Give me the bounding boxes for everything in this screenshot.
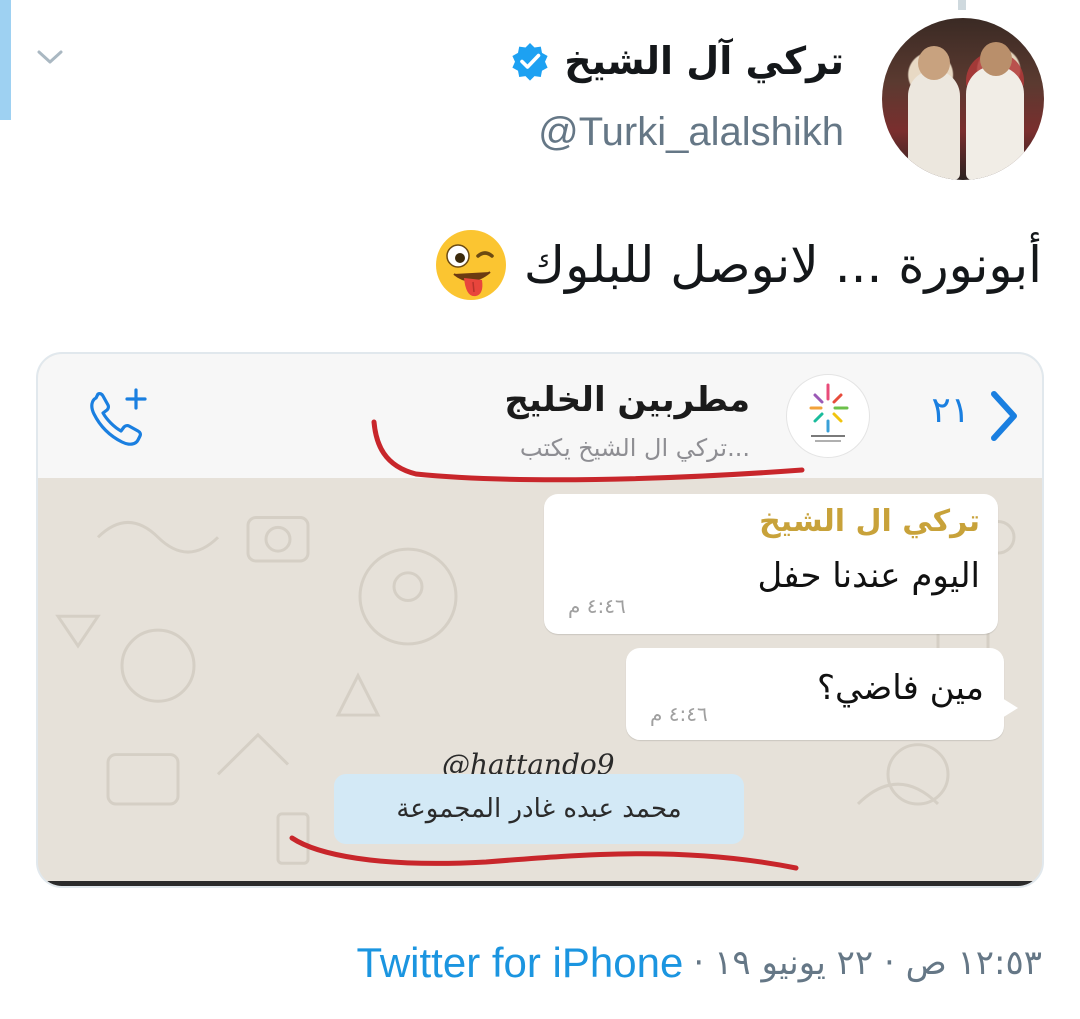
attached-image-card[interactable]: ٢١ مطربين الخليج تركي ال الشيخ يكتب... ت… [36,352,1044,888]
verified-badge-icon [512,43,548,81]
user-handle[interactable]: @Turki_alalshikh [538,110,844,155]
winking-face-with-tongue-icon [435,230,506,300]
conversation-thread-line [0,0,11,120]
tweet-timestamp[interactable]: ١٢:٥٣ ص · ٢٢ يونيو ١٩ [714,943,1042,983]
annotation-underline-bottom [289,835,799,871]
chat-area: تركي ال الشيخ اليوم عندنا حفل ٤:٤٦ م مين… [38,478,1042,881]
message-bubble-1[interactable]: تركي ال الشيخ اليوم عندنا حفل ٤:٤٦ م [544,494,998,634]
back-chevron-icon[interactable] [984,388,1024,444]
chevron-down-icon[interactable] [36,48,64,66]
unread-count[interactable]: ٢١ [931,390,970,431]
tweet-text: أبونورة ... لانوصل للبلوك [434,220,1042,310]
image-bottom-border [38,881,1042,886]
bubble-tail [1002,698,1018,718]
message-text: اليوم عندنا حفل [757,556,980,596]
metadata-separator: · [693,943,705,983]
message-text: مين فاضي؟ [816,668,984,708]
avatar[interactable] [882,18,1044,180]
display-name[interactable]: تركي آل الشيخ [564,39,844,83]
message-time: ٤:٤٦ م [650,702,708,726]
thread-connector [958,0,966,10]
message-bubble-2[interactable]: مين فاضي؟ ٤:٤٦ م [626,648,1018,740]
author-name-row[interactable]: تركي آل الشيخ [510,34,844,88]
annotation-underline-top [371,419,805,483]
add-call-icon[interactable] [82,384,152,450]
tweet-source-link[interactable]: Twitter for iPhone [357,939,684,987]
tweet-body: أبونورة ... لانوصل للبلوك [523,236,1042,294]
message-time: ٤:٤٦ م [568,594,626,618]
tweet-metadata: ١٢:٥٣ ص · ٢٢ يونيو ١٩ · Twitter for iPho… [357,938,1042,988]
message-sender: تركي ال الشيخ [759,504,980,539]
